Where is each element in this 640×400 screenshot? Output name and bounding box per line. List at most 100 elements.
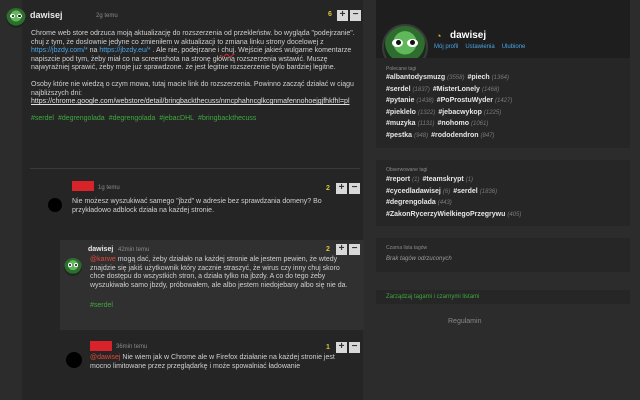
post-vote-count: 6 bbox=[328, 11, 332, 18]
new-domain-link[interactable]: https://jbzdy.eu/* bbox=[99, 47, 150, 54]
comment-timestamp: 42min temu bbox=[118, 247, 150, 253]
manage-panel: Zarządzaj tagami i czarnymi listami bbox=[376, 290, 630, 304]
tag-link[interactable]: #pytanie bbox=[386, 97, 414, 104]
post-author-name[interactable]: dawisej bbox=[30, 10, 63, 20]
comment-timestamp: 36min temu bbox=[116, 344, 148, 350]
tag-link[interactable]: #rododendron bbox=[431, 132, 478, 139]
tag-count: (3558) bbox=[447, 75, 465, 81]
tag-link[interactable]: #serdel bbox=[90, 302, 113, 309]
tag-count: (6) bbox=[442, 188, 451, 195]
tag-row: #serdel (1837) #MisterLonely (1468) bbox=[386, 86, 499, 93]
comment-avatar[interactable] bbox=[66, 352, 82, 368]
popular-tags-title: Polecane tagi bbox=[386, 66, 417, 72]
tag-link[interactable]: #PoProstuWyder bbox=[437, 97, 493, 104]
comment-vote-count: 2 bbox=[326, 185, 330, 192]
tag-count: (405) bbox=[507, 211, 522, 218]
tag-link[interactable]: #nohomo bbox=[437, 120, 469, 127]
tag-link[interactable]: #report bbox=[386, 176, 410, 183]
blacklist-panel: Czarna lista tagów Brak tagów odrzuconyc… bbox=[376, 238, 630, 272]
post-author-avatar[interactable] bbox=[6, 8, 26, 28]
my-profile-link[interactable]: Mój profil bbox=[434, 44, 458, 50]
comment-avatar[interactable] bbox=[48, 198, 62, 212]
tag-link[interactable]: #degrengolada bbox=[58, 115, 105, 122]
tag-link[interactable]: #piech bbox=[467, 74, 489, 81]
tag-link[interactable]: #teamskrypt bbox=[422, 176, 463, 183]
tag-link[interactable]: #MisterLonely bbox=[433, 86, 480, 93]
observed-tags-title: Obserwowane tagi bbox=[386, 167, 428, 173]
tag-count: (443) bbox=[437, 200, 452, 206]
post-header: dawisej 2g temu bbox=[30, 10, 371, 30]
blacklist-title: Czarna lista tagów bbox=[386, 245, 428, 251]
extension-link[interactable]: https://chrome.google.com/webstore/detai… bbox=[31, 98, 350, 105]
settings-link[interactable]: Ustawienia bbox=[465, 44, 494, 50]
tag-count: (1061) bbox=[470, 121, 489, 127]
tag-row: #report (1) #teamskrypt (1) bbox=[386, 176, 473, 183]
comment-author-redacted[interactable] bbox=[72, 181, 94, 191]
tag-link[interactable]: #jebacwykop bbox=[438, 109, 482, 116]
tag-count: (1131) bbox=[417, 121, 435, 127]
tag-count: (948) bbox=[414, 132, 429, 139]
comment-author-name[interactable]: dawisej bbox=[88, 246, 113, 253]
divider bbox=[30, 168, 360, 169]
tag-link[interactable]: #pestka bbox=[386, 132, 412, 139]
user-mention[interactable]: @karwe bbox=[90, 256, 116, 263]
comment-downvote-button[interactable]: − bbox=[349, 183, 360, 194]
tag-count: (1322) bbox=[417, 109, 436, 116]
status-icon: ◔ bbox=[436, 31, 442, 41]
post-tags: #serdel #degrengolada #degrengolada #jebacD… bbox=[31, 115, 357, 124]
comment-vote-count: 1 bbox=[326, 344, 330, 351]
tag-link[interactable]: #cycedladawisej bbox=[386, 188, 441, 195]
tag-link[interactable]: #muzyka bbox=[386, 120, 416, 127]
upvote-button[interactable]: + bbox=[337, 10, 348, 21]
tag-count: (1) bbox=[412, 177, 420, 183]
post-paragraph-1: Chrome web store odrzuca moją aktualizac… bbox=[31, 30, 355, 72]
comment-downvote-button[interactable]: − bbox=[349, 244, 360, 255]
tag-count: (1837) bbox=[412, 86, 430, 93]
comment-text: @karwe mogą dać, żeby działało na każdej… bbox=[90, 256, 348, 289]
tag-link[interactable]: #bringbackthecuss bbox=[198, 115, 256, 122]
post-body: Chrome web store odrzuca moją aktualizac… bbox=[31, 30, 357, 131]
tag-row: #pytanie (1438) #PoProstuWyder (1427) bbox=[386, 97, 512, 104]
comment-vote-count: 2 bbox=[326, 246, 330, 253]
tag-count: (1427) bbox=[495, 98, 513, 104]
sidebar: ◔ dawisej Mój profil Ustawienia Ulubione P… bbox=[376, 0, 630, 400]
tag-link[interactable]: #serdel bbox=[453, 188, 478, 195]
comment-author-redacted[interactable] bbox=[90, 341, 112, 351]
profile-nav: Mój profil Ustawienia Ulubione bbox=[434, 44, 532, 50]
user-mention[interactable]: @dawisej bbox=[90, 354, 120, 361]
tag-link[interactable]: #degrengolada bbox=[109, 115, 156, 122]
tag-count: (1836) bbox=[479, 188, 498, 195]
manage-tags-link[interactable]: Zarządzaj tagami i czarnymi listami bbox=[386, 294, 479, 300]
comment-avatar[interactable] bbox=[64, 258, 82, 276]
comment-upvote-button[interactable]: + bbox=[336, 183, 347, 194]
tag-row: #pieklelo (1322) #jebacwykop (1225) bbox=[386, 109, 501, 116]
tag-link[interactable]: #pieklelo bbox=[386, 109, 416, 116]
downvote-button[interactable]: − bbox=[350, 10, 361, 21]
tag-count: (1225) bbox=[483, 109, 502, 116]
terms-link[interactable]: Regulamin bbox=[448, 318, 481, 325]
comment-upvote-button[interactable]: + bbox=[336, 342, 347, 353]
comment-upvote-button[interactable]: + bbox=[336, 244, 347, 255]
tag-link[interactable]: #serdel bbox=[386, 86, 411, 93]
tag-row: #degrengolada (443) bbox=[386, 199, 452, 206]
tag-link[interactable]: #jebacDHL bbox=[159, 115, 194, 122]
tag-count: (1438) bbox=[416, 98, 434, 104]
tag-link[interactable]: #albantodysmuzg bbox=[386, 74, 445, 81]
tag-row: #cycedladawisej (6) #serdel (1836) bbox=[386, 188, 497, 195]
tag-row: #pestka (948) #rododendron (847) bbox=[386, 132, 495, 139]
comment-downvote-button[interactable]: − bbox=[349, 342, 360, 353]
tag-row: #ZakonRycerzyWielkiegoPrzegrywu (405) bbox=[386, 211, 521, 218]
comment-text: Nie możesz wyszukiwać samego "jbzd" w ad… bbox=[72, 198, 322, 214]
old-domain-link[interactable]: https://jbzdy.com/* bbox=[31, 47, 88, 54]
tag-count: (1) bbox=[465, 177, 474, 183]
blacklist-empty-text: Brak tagów odrzuconych bbox=[386, 256, 452, 262]
tag-row: #muzyka (1131) #nohomo (1061) bbox=[386, 120, 488, 127]
comment-timestamp: 1g temu bbox=[98, 185, 120, 191]
tag-link[interactable]: #degrengolada bbox=[386, 199, 436, 206]
observed-tags-panel: Obserwowane tagi #report (1) #teamskrypt (1… bbox=[376, 160, 630, 226]
post-timestamp: 2g temu bbox=[96, 13, 118, 19]
profile-name[interactable]: dawisej bbox=[450, 30, 486, 41]
tag-link[interactable]: #ZakonRycerzyWielkiegoPrzegrywu bbox=[386, 211, 505, 218]
favorites-link[interactable]: Ulubione bbox=[502, 44, 526, 50]
tag-link[interactable]: #serdel bbox=[31, 115, 54, 122]
